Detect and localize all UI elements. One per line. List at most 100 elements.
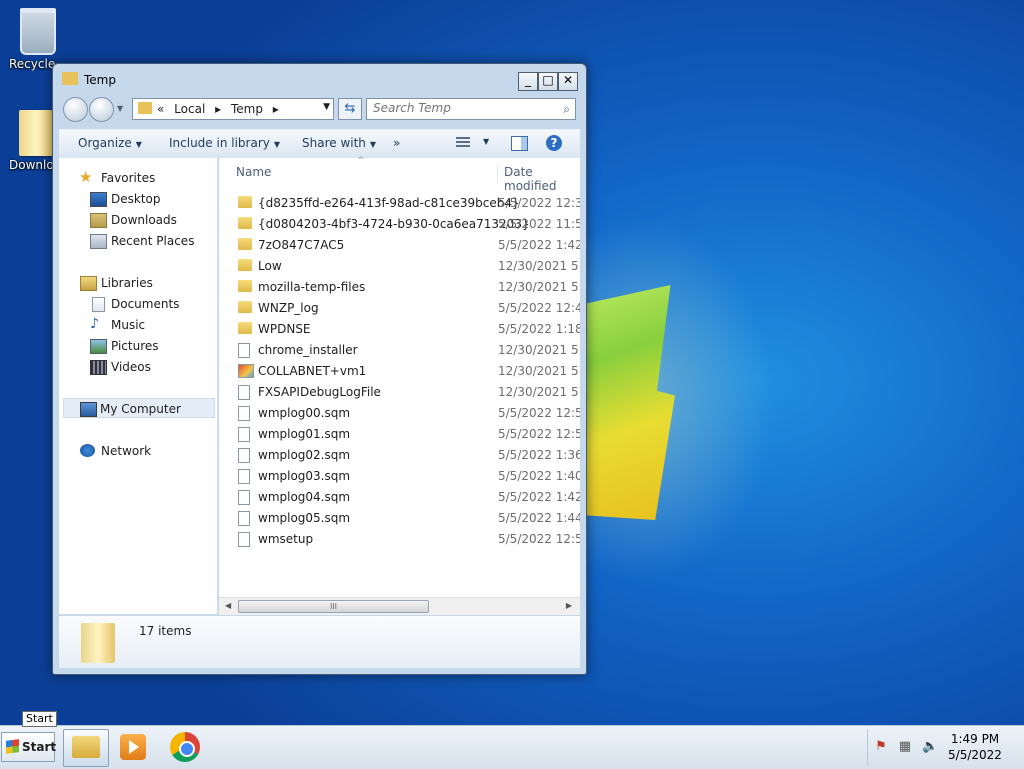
view-options-dropdown[interactable]: ▼: [483, 137, 489, 146]
file-list: ^ Name Date modified {d8235ffd-e264-413f…: [219, 156, 580, 614]
address-bar[interactable]: « Local ▸ Temp ▸ ▼: [132, 98, 334, 120]
action-center-flag-icon[interactable]: ⚑: [874, 740, 888, 754]
file-row[interactable]: wmplog02.sqm 5/5/2022 1:36 P: [219, 444, 580, 465]
nav-pictures-label: Pictures: [111, 339, 159, 353]
preview-pane-icon[interactable]: [511, 136, 528, 151]
file-row[interactable]: wmplog05.sqm 5/5/2022 1:44 P: [219, 507, 580, 528]
chevron-down-icon: ▼: [369, 140, 377, 149]
column-name[interactable]: Name: [236, 165, 271, 179]
file-row[interactable]: 7zO847C7AC5 5/5/2022 1:42 P: [219, 234, 580, 255]
taskbar-media-player-button[interactable]: [111, 729, 155, 765]
file-name: chrome_installer: [258, 343, 358, 357]
desktop-icon: [90, 192, 107, 207]
nav-desktop[interactable]: Desktop: [59, 189, 216, 209]
system-clock[interactable]: 1:49 PM 5/5/2022: [944, 731, 1006, 763]
file-row[interactable]: wmplog00.sqm 5/5/2022 12:54: [219, 402, 580, 423]
nav-libraries[interactable]: Libraries: [59, 273, 216, 293]
file-row[interactable]: WNZP_log 5/5/2022 12:46: [219, 297, 580, 318]
nav-favorites[interactable]: ★ Favorites: [59, 168, 216, 188]
windows-explorer-icon: [72, 736, 100, 758]
breadcrumb: « Local ▸ Temp ▸: [157, 102, 285, 116]
search-input[interactable]: [367, 99, 559, 117]
image-file-icon: [238, 364, 254, 378]
back-button[interactable]: [63, 97, 88, 122]
folder-icon: [238, 301, 252, 313]
search-icon[interactable]: ⌕: [563, 102, 570, 117]
help-icon[interactable]: ?: [546, 135, 562, 151]
organize-menu[interactable]: Organize ▼: [78, 136, 142, 150]
file-row[interactable]: WPDNSE 5/5/2022 1:18 P: [219, 318, 580, 339]
horizontal-scrollbar[interactable]: ◀ III ▶: [219, 597, 580, 615]
file-row[interactable]: {d8235ffd-e264-413f-98ad-c81ce39bceb4} 5/…: [219, 192, 580, 213]
breadcrumb-separator-icon[interactable]: ▸: [215, 102, 221, 116]
nav-downloads[interactable]: Downloads: [59, 210, 216, 230]
file-date-modified: 5/5/2022 1:40 P: [498, 469, 580, 483]
maximize-button[interactable]: □: [538, 72, 558, 91]
start-tooltip: Start: [22, 711, 57, 727]
minimize-button[interactable]: _: [518, 72, 538, 91]
scroll-left-icon[interactable]: ◀: [225, 601, 231, 610]
documents-icon: [92, 297, 105, 312]
nav-music[interactable]: ♪ Music: [59, 315, 216, 335]
address-dropdown-icon[interactable]: ▼: [323, 102, 330, 112]
breadcrumb-local[interactable]: Local: [174, 102, 205, 116]
nav-videos[interactable]: Videos: [59, 357, 216, 377]
refresh-button[interactable]: ⇆: [338, 98, 362, 120]
file-row[interactable]: mozilla-temp-files 12/30/2021 5:54: [219, 276, 580, 297]
column-date-modified[interactable]: Date modified: [497, 165, 580, 193]
clock-time: 1:49 PM: [950, 732, 1000, 746]
nav-pictures[interactable]: Pictures: [59, 336, 216, 356]
file-name: WPDNSE: [258, 322, 311, 336]
share-with-menu[interactable]: Share with ▼: [302, 136, 376, 150]
scroll-thumb[interactable]: III: [238, 600, 429, 613]
scroll-right-icon[interactable]: ▶: [566, 601, 572, 610]
include-in-library-menu[interactable]: Include in library ▼: [169, 136, 280, 150]
file-row[interactable]: wmsetup 5/5/2022 12:54: [219, 528, 580, 549]
taskbar-chrome-button[interactable]: [163, 729, 207, 765]
nav-network[interactable]: Network: [59, 441, 216, 461]
column-headers: ^ Name Date modified: [219, 156, 580, 193]
network-status-icon[interactable]: ▦: [898, 740, 912, 754]
title-bar[interactable]: Temp _ □ ✕: [53, 64, 586, 96]
file-date-modified: 12/30/2021 5:38: [498, 364, 580, 378]
file-row[interactable]: wmplog04.sqm 5/5/2022 1:42 P: [219, 486, 580, 507]
taskbar-explorer-button[interactable]: [63, 729, 109, 767]
file-row[interactable]: wmplog01.sqm 5/5/2022 12:54: [219, 423, 580, 444]
start-button[interactable]: Start: [1, 732, 56, 762]
breadcrumb-overflow[interactable]: «: [157, 102, 164, 116]
file-name: wmplog03.sqm: [258, 469, 351, 483]
file-row[interactable]: Low 12/30/2021 5:34: [219, 255, 580, 276]
nav-my-computer[interactable]: My Computer: [63, 398, 215, 418]
breadcrumb-temp[interactable]: Temp: [231, 102, 263, 116]
notification-area: ⚑ ▦ 🔈: [867, 729, 950, 765]
navigation-pane: ★ Favorites Desktop Downloads Recent Pla…: [59, 158, 218, 614]
details-pane: 17 items: [59, 615, 580, 668]
change-view-icon[interactable]: [456, 137, 470, 149]
recycle-bin-desktop-icon[interactable]: Recycle Bin: [2, 8, 74, 71]
show-desktop-button[interactable]: [1008, 729, 1024, 765]
recent-pages-dropdown[interactable]: ▼: [117, 104, 123, 113]
folder-icon: [138, 102, 152, 114]
volume-icon[interactable]: 🔈: [922, 740, 938, 754]
file-row[interactable]: FXSAPIDebugLogFile 12/30/2021 5:34: [219, 381, 580, 402]
file-name: mozilla-temp-files: [258, 280, 366, 294]
file-row[interactable]: COLLABNET+vm1 12/30/2021 5:38: [219, 360, 580, 381]
forward-button[interactable]: [89, 97, 114, 122]
more-commands-button[interactable]: »: [393, 136, 400, 150]
recent-places-icon: [90, 234, 107, 249]
file-row[interactable]: {d0804203-4bf3-4724-b930-0ca6ea713203} 5/…: [219, 213, 580, 234]
explorer-window: Temp _ □ ✕ ▼ « Local ▸ Temp ▸ ▼ ⇆ ⌕ Orga…: [52, 63, 587, 675]
file-row[interactable]: wmplog03.sqm 5/5/2022 1:40 P: [219, 465, 580, 486]
file-date-modified: 5/5/2022 1:42 P: [498, 238, 580, 252]
file-date-modified: 5/5/2022 1:36 P: [498, 448, 580, 462]
file-date-modified: 5/5/2022 12:46: [498, 301, 580, 315]
breadcrumb-separator-icon[interactable]: ▸: [273, 102, 279, 116]
file-row[interactable]: chrome_installer 12/30/2021 5:38: [219, 339, 580, 360]
nav-recent-places[interactable]: Recent Places: [59, 231, 216, 251]
recycle-bin-icon: [20, 8, 56, 55]
nav-documents[interactable]: Documents: [59, 294, 216, 314]
file-name: 7zO847C7AC5: [258, 238, 345, 252]
folder-icon: [62, 72, 78, 85]
file-date-modified: 12/30/2021 5:54: [498, 280, 580, 294]
close-button[interactable]: ✕: [558, 72, 578, 91]
